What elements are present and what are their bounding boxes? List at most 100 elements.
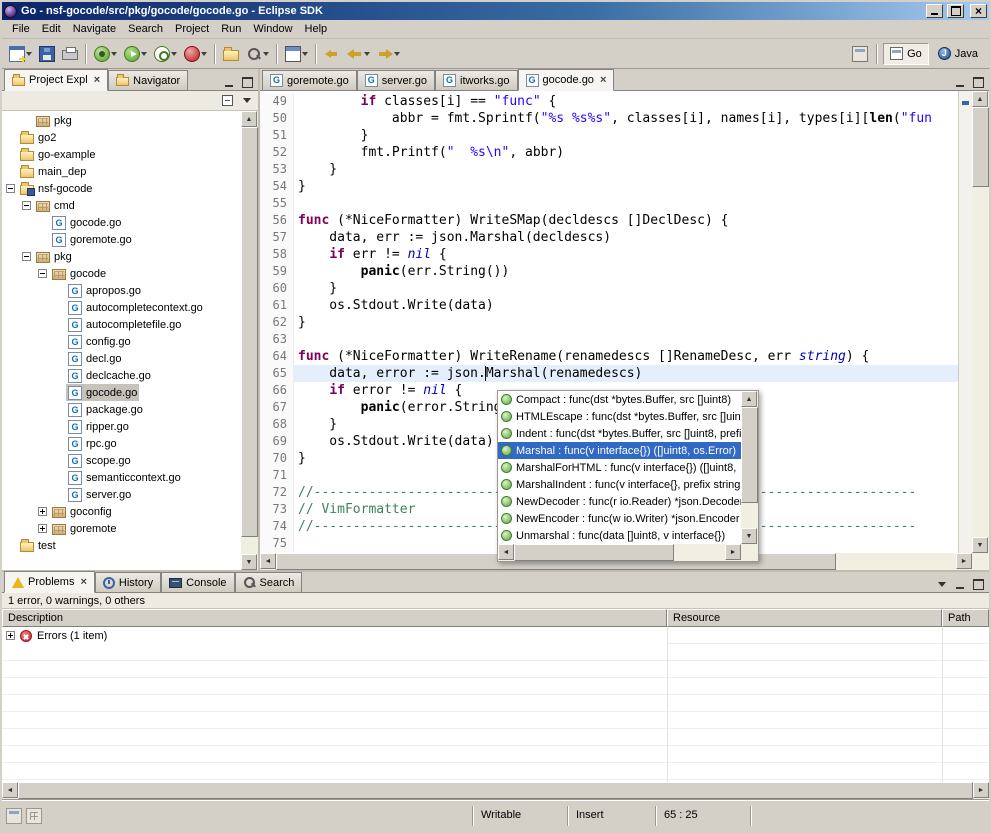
new-wizard-button[interactable] — [6, 42, 35, 66]
scroll-left-icon[interactable] — [2, 782, 18, 798]
tree-item-rpc-go[interactable]: Grpc.go — [2, 435, 241, 452]
tree-item-ripper-go[interactable]: Gripper.go — [2, 418, 241, 435]
code-line[interactable]: 55 — [260, 195, 958, 212]
scroll-track[interactable] — [741, 407, 758, 528]
editor-tab-itworks-go[interactable]: Gitworks.go — [435, 70, 518, 90]
editor-vscroll[interactable] — [972, 91, 989, 553]
view-maximize-icon[interactable] — [238, 74, 256, 90]
completion-item[interactable]: Marshal : func(v interface{}) ([]uint8, … — [498, 442, 741, 459]
completion-item[interactable]: NewDecoder : func(r io.Reader) *json.Dec… — [498, 493, 741, 510]
scroll-down-icon[interactable] — [241, 554, 257, 570]
tree-item-semanticcontext-go[interactable]: Gsemanticcontext.go — [2, 469, 241, 486]
code-line[interactable]: 54} — [260, 178, 958, 195]
collapse-all-icon[interactable] — [218, 93, 236, 109]
tree-item-gocode-go[interactable]: Ggocode.go — [2, 384, 241, 401]
menu-help[interactable]: Help — [299, 21, 334, 37]
profile-button[interactable] — [181, 42, 210, 66]
code-line[interactable]: 65 data, error := json.Marshal(renamedes… — [260, 365, 958, 382]
view-maximize-icon[interactable] — [969, 576, 987, 592]
menu-project[interactable]: Project — [169, 21, 215, 37]
minimize-button[interactable] — [926, 4, 943, 18]
tree-item-goremote[interactable]: goremote — [2, 520, 241, 537]
back-button[interactable] — [344, 42, 373, 66]
code-line[interactable]: 53 } — [260, 161, 958, 178]
scroll-left-icon[interactable] — [260, 553, 276, 569]
collapse-icon[interactable] — [22, 252, 31, 261]
editor-minimize-icon[interactable] — [951, 74, 969, 90]
debug-button[interactable] — [91, 42, 120, 66]
forward-button[interactable] — [374, 42, 403, 66]
save-button[interactable] — [36, 42, 58, 66]
code-line[interactable]: 58 if err != nil { — [260, 246, 958, 263]
run-button[interactable] — [121, 42, 150, 66]
tree-item-autocompletefile-go[interactable]: Gautocompletefile.go — [2, 316, 241, 333]
completion-item[interactable]: MarshalForHTML : func(v interface{}) ([]… — [498, 459, 741, 476]
scroll-track[interactable] — [514, 544, 725, 561]
expand-icon[interactable] — [6, 631, 15, 640]
scroll-track[interactable] — [241, 127, 258, 554]
scroll-right-icon[interactable] — [725, 544, 741, 560]
tree-item-decl-go[interactable]: Gdecl.go — [2, 350, 241, 367]
overview-ruler[interactable] — [958, 91, 972, 553]
code-line[interactable]: 60 } — [260, 280, 958, 297]
maximize-button[interactable] — [947, 4, 964, 18]
editor-maximize-icon[interactable] — [969, 74, 987, 90]
print-button[interactable] — [59, 42, 81, 66]
fast-view-icon[interactable] — [6, 808, 22, 824]
tree-item-nsf-gocode[interactable]: nsf-gocode — [2, 180, 241, 197]
scroll-thumb[interactable] — [514, 544, 674, 561]
autocomplete-vscroll[interactable] — [741, 391, 758, 544]
code-line[interactable]: 50 abbr = fmt.Sprintf("%s %s%s", classes… — [260, 110, 958, 127]
code-line[interactable]: 63 — [260, 331, 958, 348]
completion-item[interactable]: NewEncoder : func(w io.Writer) *json.Enc… — [498, 510, 741, 527]
code-line[interactable]: 51 } — [260, 127, 958, 144]
scroll-down-icon[interactable] — [972, 537, 988, 553]
view-minimize-icon[interactable] — [951, 576, 969, 592]
scroll-up-icon[interactable] — [741, 391, 757, 407]
view-tab-history[interactable]: History — [95, 572, 161, 592]
code-line[interactable]: 62} — [260, 314, 958, 331]
column-header-description[interactable]: Description — [2, 609, 667, 627]
tree-item-pkg[interactable]: pkg — [2, 248, 241, 265]
menu-file[interactable]: File — [6, 21, 36, 37]
expand-icon[interactable] — [38, 507, 47, 516]
scroll-up-icon[interactable] — [972, 91, 988, 107]
scroll-track[interactable] — [972, 107, 989, 537]
tree-item-go-example[interactable]: go-example — [2, 146, 241, 163]
status-icon[interactable] — [26, 808, 42, 824]
scroll-up-icon[interactable] — [241, 111, 257, 127]
code-line[interactable]: 56func (*NiceFormatter) WriteSMap(declde… — [260, 212, 958, 229]
code-line[interactable]: 49 if classes[i] == "func" { — [260, 93, 958, 110]
tree-item-config-go[interactable]: Gconfig.go — [2, 333, 241, 350]
scroll-thumb[interactable] — [18, 782, 973, 799]
code-line[interactable]: 52 fmt.Printf(" %s\n", abbr) — [260, 144, 958, 161]
scroll-right-icon[interactable] — [973, 782, 989, 798]
tree-item-pkg[interactable]: pkg — [2, 112, 241, 129]
tree-item-cmd[interactable]: cmd — [2, 197, 241, 214]
view-tab-navigator[interactable]: Navigator — [108, 70, 188, 90]
open-perspective-button[interactable] — [849, 42, 871, 66]
collapse-icon[interactable] — [6, 184, 15, 193]
scroll-thumb[interactable] — [241, 127, 258, 537]
completion-item[interactable]: Unmarshal : func(data []uint8, v interfa… — [498, 527, 741, 544]
tree-item-scope-go[interactable]: Gscope.go — [2, 452, 241, 469]
tree-item-gocode[interactable]: gocode — [2, 265, 241, 282]
tree-item-goremote-go[interactable]: Ggoremote.go — [2, 231, 241, 248]
menu-edit[interactable]: Edit — [36, 21, 67, 37]
problems-hscroll[interactable] — [2, 782, 989, 799]
menu-window[interactable]: Window — [247, 21, 298, 37]
code-line[interactable]: 59 panic(err.String()) — [260, 263, 958, 280]
close-icon[interactable] — [92, 74, 100, 86]
completion-item[interactable]: Compact : func(dst *bytes.Buffer, src []… — [498, 391, 741, 408]
close-icon[interactable] — [78, 576, 86, 588]
view-menu-icon[interactable] — [933, 576, 951, 592]
tree-item-autocompletecontext-go[interactable]: Gautocompletecontext.go — [2, 299, 241, 316]
perspective-go-button[interactable]: Go — [883, 43, 929, 65]
editor-tab-server-go[interactable]: Gserver.go — [357, 70, 435, 90]
tree-item-test[interactable]: test — [2, 537, 241, 554]
tree-item-main-dep[interactable]: main_dep — [2, 163, 241, 180]
view-tab-project-expl[interactable]: Project Expl — [4, 69, 108, 91]
editor-tab-goremote-go[interactable]: Ggoremote.go — [262, 70, 357, 90]
collapse-icon[interactable] — [38, 269, 47, 278]
problems-row[interactable]: Errors (1 item) — [2, 627, 667, 644]
